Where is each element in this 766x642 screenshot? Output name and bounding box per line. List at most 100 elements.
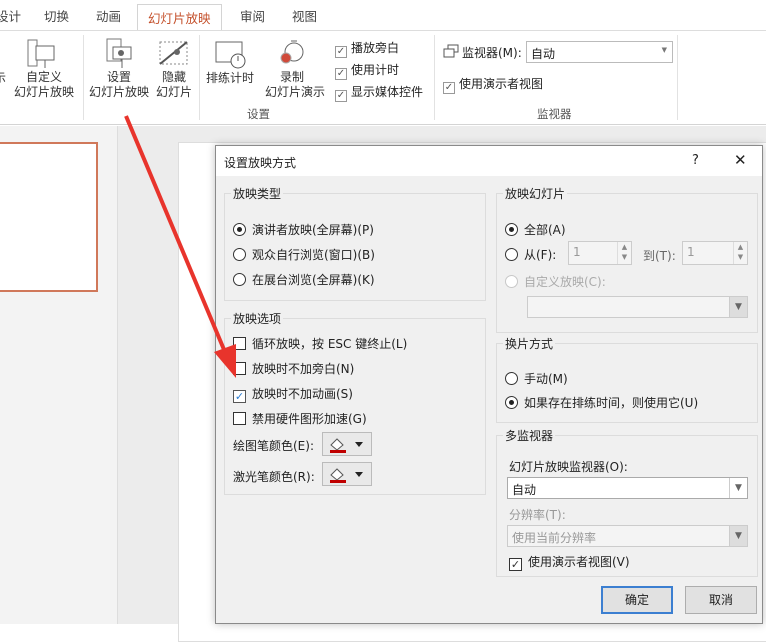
radio-icon [233, 273, 246, 286]
to-label: 到(T): [643, 249, 676, 263]
dropdown-icon: ▼ [729, 478, 747, 498]
radio-icon [505, 372, 518, 385]
group-legend: 放映选项 [231, 310, 284, 327]
setup-show-label-2: 幻灯片放映 [88, 85, 149, 99]
no-narration-checkbox[interactable]: 放映时不加旁白(N) [233, 360, 354, 377]
laser-color-button[interactable] [322, 462, 372, 486]
record-label-2: 幻灯片演示 [264, 85, 325, 99]
checkbox-icon: ✓ [509, 558, 522, 571]
from-spinner[interactable]: 1 ▲ ▼ [568, 241, 632, 265]
radio-icon [505, 248, 518, 261]
to-spinner[interactable]: 1 ▲ ▼ [682, 241, 748, 265]
radio-icon [233, 223, 246, 236]
checkbox-label: 放映时不加动画(S) [252, 387, 353, 401]
slideshow-monitor-select[interactable]: 自动 ▼ [507, 477, 748, 499]
record-icon [280, 40, 304, 64]
radio-manual[interactable]: 手动(M) [505, 370, 568, 387]
cancel-button[interactable]: 取消 [685, 586, 757, 614]
setup-show-dialog: 设置放映方式 ? ✕ 放映类型 演讲者放映(全屏幕)(P) 观众自行浏览(窗口)… [215, 145, 763, 624]
no-animation-checkbox[interactable]: ✓ 放映时不加动画(S) [233, 385, 353, 403]
tab-animations[interactable]: 动画 [96, 6, 121, 25]
radio-label: 如果存在排练时间，则使用它(U) [524, 396, 699, 410]
radio-from[interactable]: 从(F): [505, 246, 556, 263]
dropdown-icon: ▼ [729, 297, 747, 317]
record-label-1: 录制 [279, 70, 304, 84]
monitor-group-label: 监视器 [537, 107, 572, 121]
slide-thumbnail[interactable] [0, 142, 98, 292]
spin-arrows-icon[interactable]: ▲ ▼ [617, 242, 631, 264]
show-media-controls-checkbox[interactable]: ✓ 显示媒体控件 [335, 81, 423, 103]
tab-slideshow[interactable]: 幻灯片放映 [137, 4, 222, 33]
checkbox-label: 显示媒体控件 [351, 85, 424, 99]
radio-all-slides[interactable]: 全部(A) [505, 221, 566, 238]
dialog-titlebar: 设置放映方式 ? ✕ [216, 146, 762, 176]
checkbox-label: 循环放映，按 ESC 键终止(L) [252, 337, 408, 351]
close-button[interactable]: ✕ [734, 151, 747, 169]
divider [199, 35, 200, 120]
resolution-label: 分辨率(T): [509, 508, 566, 522]
monitor-value: 自动 [512, 483, 537, 497]
show-options-group: 放映选项 循环放映，按 ESC 键终止(L) 放映时不加旁白(N) ✓ 放映时不加… [224, 310, 486, 495]
checkbox-label: 禁用硬件图形加速(G) [252, 412, 367, 426]
presenter-view-checkbox[interactable]: ✓ 使用演示者视图(V) [509, 553, 630, 571]
radio-individual[interactable]: 观众自行浏览(窗口)(B) [233, 246, 375, 263]
custom-show-label-1: 自定义 [25, 70, 62, 84]
radio-presenter[interactable]: 演讲者放映(全屏幕)(P) [233, 221, 374, 238]
checkbox-icon: ✓ [335, 46, 347, 58]
checkbox-label: 使用演示者视图(V) [528, 555, 630, 569]
group-legend: 放映幻灯片 [503, 185, 568, 202]
divider [677, 35, 678, 120]
show-slides-group: 放映幻灯片 全部(A) 从(F): 1 ▲ ▼ 到(T): 1 ▲ ▼ 自定义放映(C)… [496, 185, 758, 333]
resolution-value: 使用当前分辨率 [512, 531, 597, 545]
resolution-select[interactable]: 使用当前分辨率 ▼ [507, 525, 748, 547]
radio-icon [505, 396, 518, 409]
help-button[interactable]: ? [692, 153, 699, 168]
loop-checkbox[interactable]: 循环放映，按 ESC 键终止(L) [233, 335, 407, 352]
monitor-value: 自动 [531, 47, 556, 61]
dialog-title: 设置放映方式 [224, 156, 297, 170]
checkbox-icon: ✓ [443, 82, 455, 94]
hide-slide-icon [159, 41, 188, 65]
radio-label: 在展台浏览(全屏幕)(K) [252, 273, 375, 287]
checkbox-icon: ✓ [335, 90, 347, 102]
radio-use-timings[interactable]: 如果存在排练时间，则使用它(U) [505, 394, 698, 411]
custom-show-select[interactable]: ▼ [527, 296, 748, 318]
radio-label: 自定义放映(C): [524, 275, 606, 289]
presenter-view-checkbox[interactable]: ✓ 使用演示者视图 [443, 75, 543, 94]
radio-icon [505, 223, 518, 236]
rehearse-timings-label: 排练计时 [205, 71, 254, 85]
play-narrations-checkbox[interactable]: ✓ 播放旁白 [335, 37, 423, 59]
pen-color-button[interactable] [322, 432, 372, 456]
monitor-select[interactable]: 自动 ▼ [526, 41, 673, 63]
custom-show-label-2: 幻灯片放映 [13, 85, 74, 99]
advance-slides-group: 换片方式 手动(M) 如果存在排练时间，则使用它(U) [496, 335, 758, 423]
to-value: 1 [687, 245, 695, 259]
radio-label: 手动(M) [524, 372, 568, 386]
monitor-icon [443, 44, 459, 58]
disable-hw-accel-checkbox[interactable]: 禁用硬件图形加速(G) [233, 410, 367, 427]
radio-label: 从(F): [524, 248, 557, 262]
radio-label: 全部(A) [524, 223, 566, 237]
group-legend: 放映类型 [231, 185, 284, 202]
checkbox-icon [233, 362, 246, 375]
radio-custom-show[interactable]: 自定义放映(C): [505, 273, 606, 290]
checkbox-label: 放映时不加旁白(N) [252, 362, 355, 376]
hide-slide-label-2: 幻灯片 [155, 85, 192, 99]
group-legend: 多监视器 [503, 427, 556, 444]
paint-bucket-icon [330, 468, 363, 483]
tab-transitions[interactable]: 切换 [44, 6, 69, 25]
radio-icon [505, 275, 518, 288]
checkbox-icon [233, 337, 246, 350]
ok-button[interactable]: 确定 [601, 586, 673, 614]
setup-group-label: 设置 [247, 107, 270, 121]
tab-review[interactable]: 审阅 [240, 6, 265, 25]
spin-arrows-icon[interactable]: ▲ ▼ [733, 242, 747, 264]
setup-show-label-1: 设置 [106, 70, 131, 84]
tab-view[interactable]: 视图 [292, 6, 317, 25]
stopwatch-icon [215, 41, 246, 69]
checkbox-icon [233, 412, 246, 425]
tab-design[interactable]: 设计 [0, 6, 21, 25]
use-timings-checkbox[interactable]: ✓ 使用计时 [335, 59, 423, 81]
custom-show-icon [27, 39, 55, 68]
radio-kiosk[interactable]: 在展台浏览(全屏幕)(K) [233, 271, 375, 288]
